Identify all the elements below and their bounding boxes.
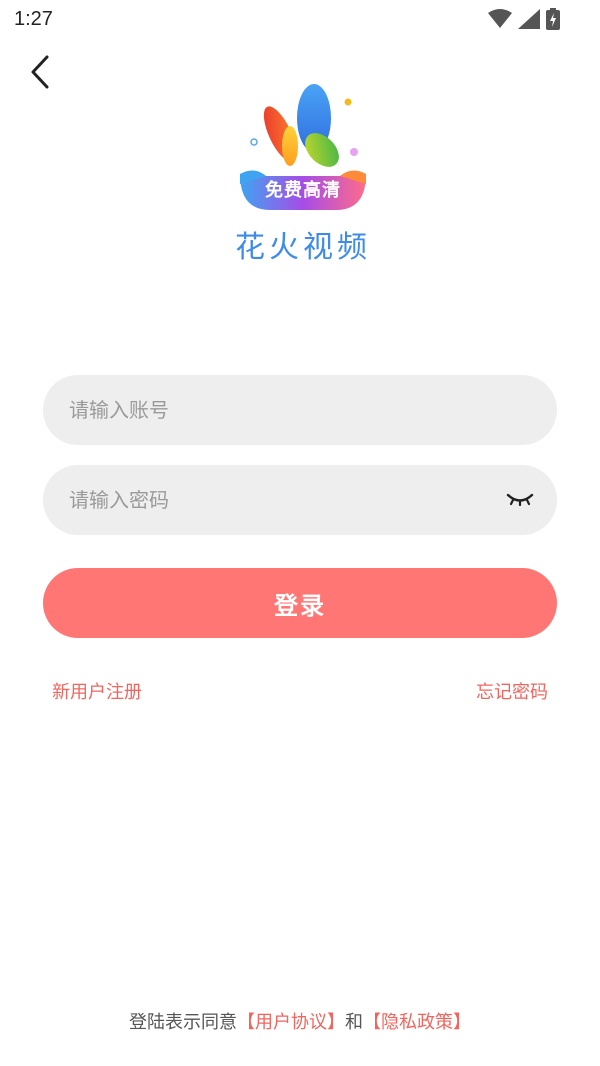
password-input[interactable]: [69, 465, 499, 535]
app-name: 花火视频: [235, 230, 371, 265]
app-logo: 免费高清: [236, 82, 370, 212]
status-icons: [488, 8, 560, 34]
agreement-prefix: 登陆表示同意: [129, 1012, 237, 1033]
register-link[interactable]: 新用户注册: [52, 678, 142, 704]
back-button[interactable]: [20, 54, 60, 94]
status-bar: 1:27: [0, 0, 600, 40]
agreement-text: 登陆表示同意【用户协议】和【隐私政策】: [0, 1008, 600, 1034]
account-input[interactable]: [69, 375, 499, 445]
chevron-left-icon: [30, 55, 50, 93]
privacy-policy-link[interactable]: 【隐私政策】: [363, 1012, 471, 1033]
cellular-signal-icon: [518, 9, 540, 33]
password-field[interactable]: [43, 465, 557, 535]
logo-badge-text: 免费高清: [265, 180, 341, 201]
agreement-conjunction: 和: [345, 1012, 363, 1033]
account-field[interactable]: [43, 375, 557, 445]
login-button[interactable]: 登录: [43, 568, 557, 638]
password-visibility-toggle[interactable]: [505, 489, 535, 511]
user-agreement-link[interactable]: 【用户协议】: [237, 1012, 345, 1033]
login-screen: 1:27 免费高清 花火视频 请输入账号 登录 新用户注册 忘记密码 登陆表示同…: [0, 0, 600, 1066]
forgot-password-link[interactable]: 忘记密码: [476, 678, 548, 704]
wifi-icon: [488, 9, 512, 33]
status-time: 1:27: [14, 8, 53, 30]
eye-closed-icon: [506, 491, 534, 510]
battery-icon: [546, 8, 560, 34]
